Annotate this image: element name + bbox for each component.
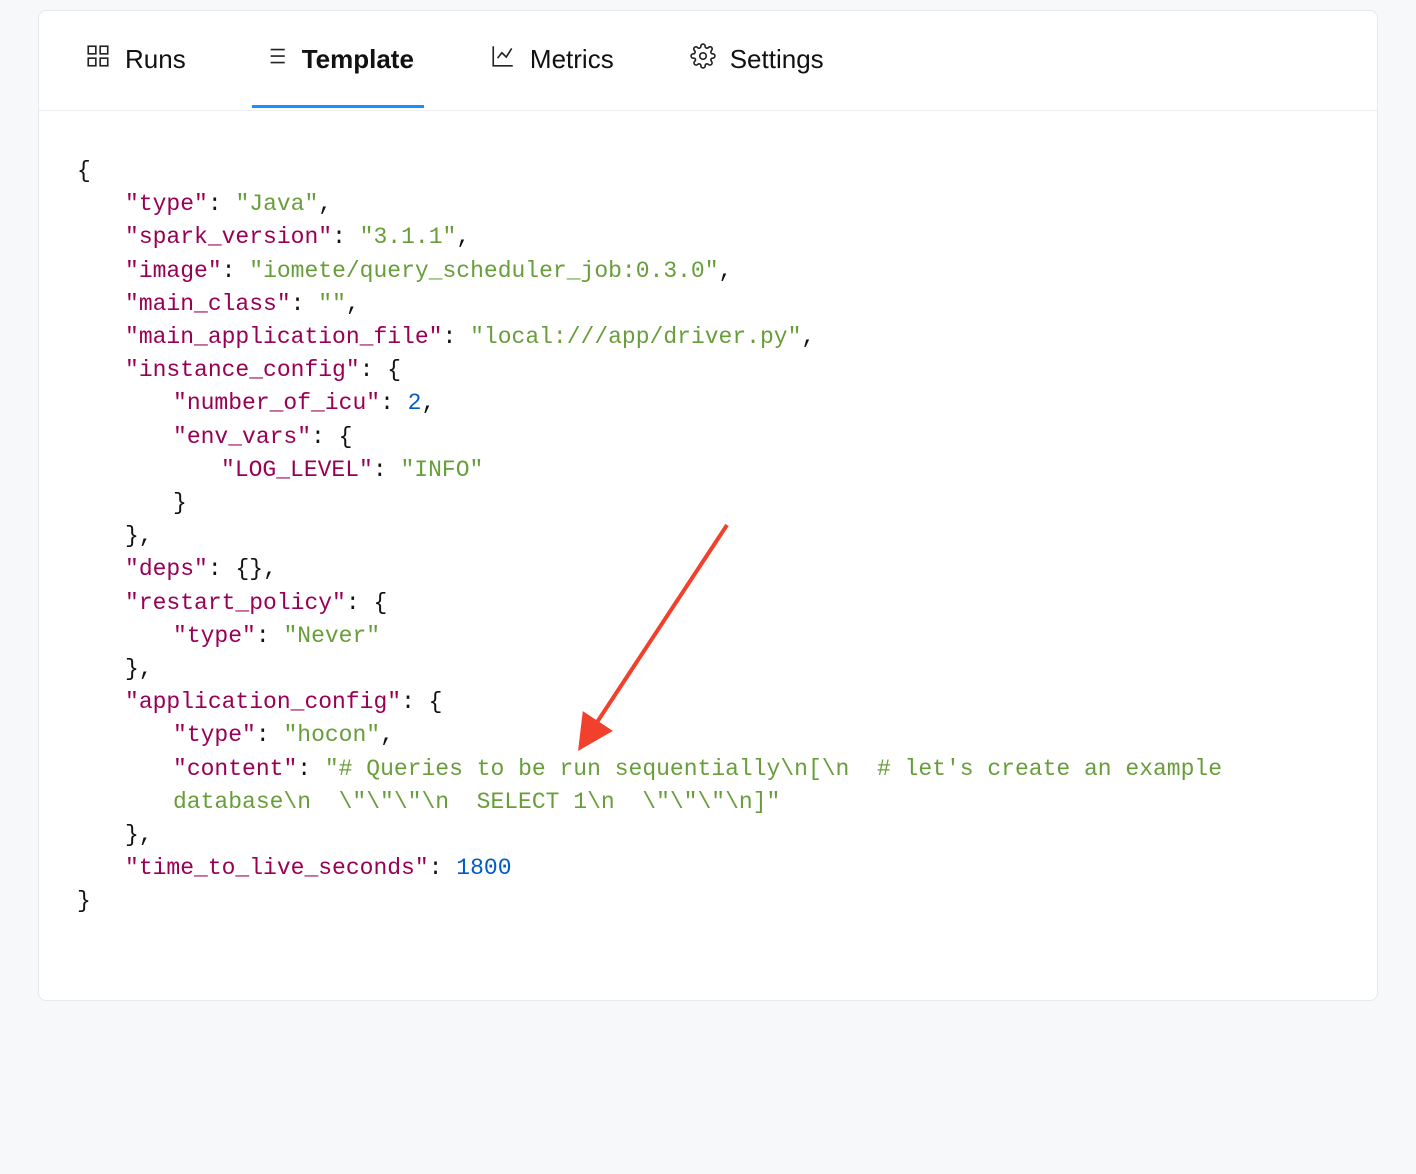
gear-icon	[690, 43, 716, 76]
tab-label: Runs	[125, 44, 186, 75]
tab-label: Metrics	[530, 44, 614, 75]
tab-metrics[interactable]: Metrics	[480, 11, 624, 110]
tab-label: Settings	[730, 44, 824, 75]
content-panel: Runs Template Metrics Settings {"type": …	[38, 10, 1378, 1001]
tab-template[interactable]: Template	[252, 11, 424, 110]
chart-line-icon	[490, 43, 516, 76]
grid-icon	[85, 43, 111, 76]
list-icon	[262, 43, 288, 76]
tab-settings[interactable]: Settings	[680, 11, 834, 110]
tab-label: Template	[302, 44, 414, 75]
tab-runs[interactable]: Runs	[75, 11, 196, 110]
tabs-bar: Runs Template Metrics Settings	[39, 11, 1377, 111]
json-code-block: {"type": "Java","spark_version": "3.1.1"…	[77, 155, 1339, 952]
code-viewer: {"type": "Java","spark_version": "3.1.1"…	[39, 111, 1377, 1000]
